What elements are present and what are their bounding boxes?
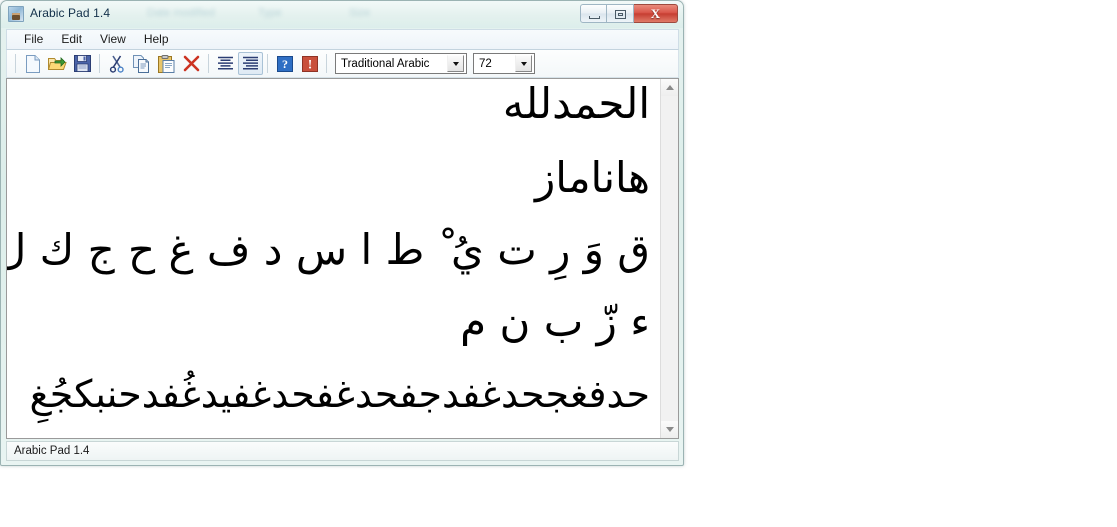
about-button[interactable]: ! [297, 52, 322, 75]
menu-item-view[interactable]: View [91, 30, 135, 49]
editor-area: الحمدلله هاناماز ق وَ رِ ت يُ ْ ط ا س د … [6, 78, 679, 439]
application-window: Arabic Pad 1.4 Date modified Type Size X… [0, 0, 684, 466]
background-ghost-text-2: Type [258, 7, 282, 19]
open-file-button[interactable] [45, 52, 70, 75]
svg-text:?: ? [282, 57, 288, 71]
align-right-icon [242, 56, 259, 71]
save-file-button[interactable] [70, 52, 95, 75]
scroll-down-button[interactable] [661, 421, 678, 438]
copy-icon [132, 54, 151, 73]
align-right-button[interactable] [238, 52, 263, 75]
scroll-up-button[interactable] [661, 79, 678, 96]
cut-button[interactable] [104, 52, 129, 75]
text-editor-input[interactable]: الحمدلله هاناماز ق وَ رِ ت يُ ْ ط ا س د … [7, 79, 660, 438]
minimize-icon [589, 16, 600, 19]
vertical-scrollbar[interactable] [660, 79, 678, 438]
editor-line-5: حدفغجحدغفدجفحدغفحدغفيدغُفدحنبكجُغِ [29, 372, 650, 416]
font-family-value: Traditional Arabic [341, 57, 430, 70]
editor-line-2: هاناماز [534, 153, 650, 202]
editor-line-1: الحمدلله [502, 79, 650, 128]
window-controls: X [580, 4, 678, 23]
font-family-select[interactable]: Traditional Arabic [335, 53, 467, 74]
help-button[interactable]: ? [272, 52, 297, 75]
align-center-button[interactable] [213, 52, 238, 75]
delete-x-icon [183, 55, 200, 72]
title-bar: Arabic Pad 1.4 Date modified Type Size X [1, 1, 683, 28]
paste-button[interactable] [154, 52, 179, 75]
cut-scissors-icon [109, 55, 125, 73]
menu-bar: File Edit View Help [6, 29, 679, 50]
triangle-down-icon [665, 427, 674, 432]
menu-item-file[interactable]: File [15, 30, 52, 49]
delete-button[interactable] [179, 52, 204, 75]
editor-line-3: ق وَ رِ ت يُ ْ ط ا س د ف غ ح ج ك ل ؛ ع [7, 225, 650, 274]
editor-line-4: ء زّ ب ن م [460, 297, 650, 346]
status-bar: Arabic Pad 1.4 [6, 441, 679, 461]
app-icon [8, 6, 24, 22]
paste-clipboard-icon [158, 54, 175, 73]
menu-item-help[interactable]: Help [135, 30, 178, 49]
about-exclamation-icon: ! [301, 55, 318, 72]
minimize-button[interactable] [580, 4, 607, 23]
background-ghost-text-1: Date modified [147, 7, 215, 19]
menu-item-edit[interactable]: Edit [52, 30, 91, 49]
toolbar-separator [208, 54, 209, 73]
toolbar: ? ! Traditional Arabic 72 [6, 50, 679, 78]
triangle-up-icon [665, 85, 674, 90]
new-file-button[interactable] [20, 52, 45, 75]
font-size-value: 72 [479, 57, 492, 70]
chevron-down-icon[interactable] [515, 55, 532, 72]
font-size-select[interactable]: 72 [473, 53, 535, 74]
toolbar-separator [267, 54, 268, 73]
window-title: Arabic Pad 1.4 [30, 6, 111, 20]
svg-text:!: ! [307, 56, 311, 71]
copy-button[interactable] [129, 52, 154, 75]
chevron-down-icon[interactable] [447, 55, 464, 72]
align-center-icon [217, 56, 234, 71]
help-question-icon: ? [276, 55, 293, 72]
open-folder-icon [48, 55, 67, 72]
new-file-icon [25, 54, 41, 73]
status-bar-text: Arabic Pad 1.4 [14, 445, 90, 457]
close-button[interactable]: X [634, 4, 678, 23]
close-icon: X [650, 5, 661, 21]
maximize-icon [615, 10, 626, 19]
save-disk-icon [74, 55, 91, 72]
toolbar-separator [326, 54, 327, 73]
toolbar-separator [15, 54, 16, 73]
background-ghost-text-3: Size [349, 7, 371, 19]
maximize-button[interactable] [607, 4, 634, 23]
toolbar-separator [99, 54, 100, 73]
